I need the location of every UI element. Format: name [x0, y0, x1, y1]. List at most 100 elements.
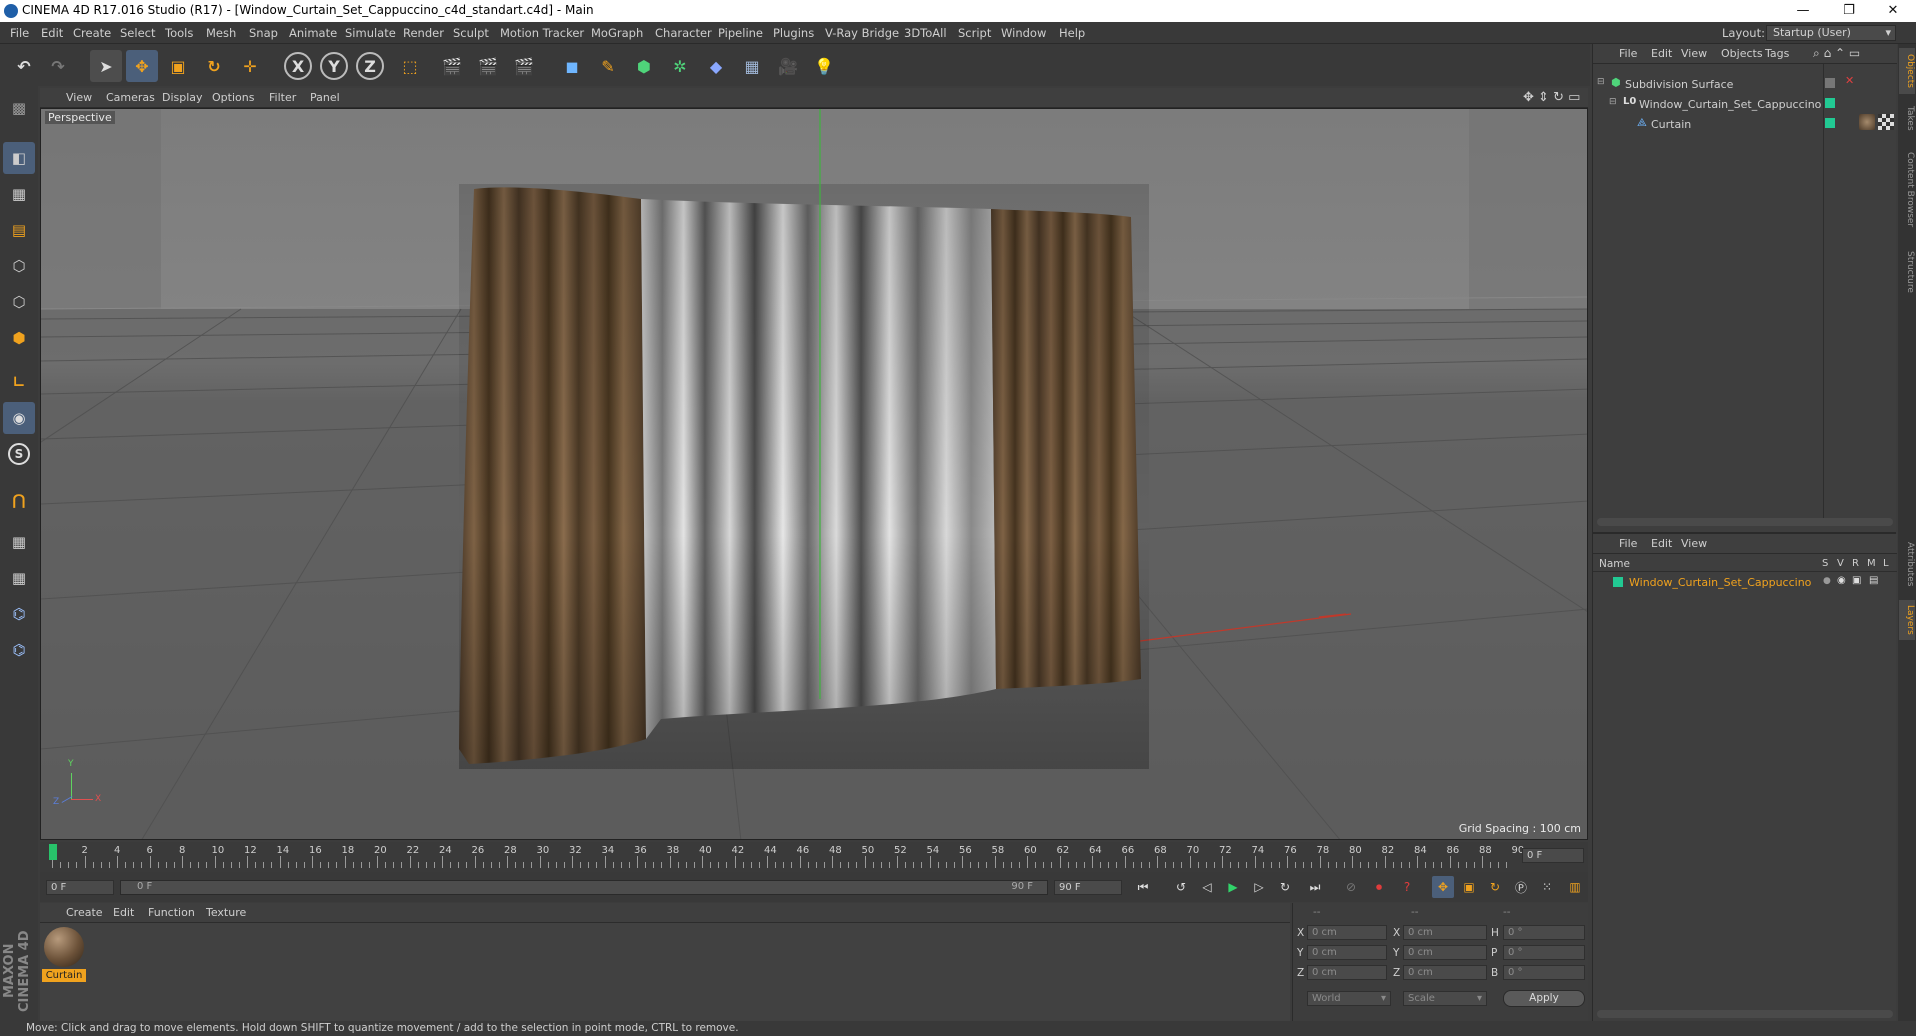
rot-h-field[interactable]: 0 ° [1503, 925, 1585, 940]
viewport-menu-cameras[interactable]: Cameras [106, 91, 155, 104]
material-menu-function[interactable]: Function [148, 906, 195, 919]
layer-swatch[interactable] [1825, 118, 1835, 128]
restore-button[interactable]: ❐ [1826, 0, 1872, 22]
menu-simulate[interactable]: Simulate [345, 26, 396, 40]
search-icon[interactable]: ⌕ [1813, 46, 1820, 60]
rotate-view-icon[interactable]: ↻ [1553, 90, 1564, 105]
material-menu-edit[interactable]: Edit [113, 906, 134, 919]
menu-select[interactable]: Select [120, 26, 155, 40]
viewport-nav-icons[interactable]: ✥ ⇕ ↻ ▭ [1523, 90, 1580, 105]
move-view-icon[interactable]: ✥ [1523, 90, 1534, 105]
layer-color-swatch[interactable] [1613, 577, 1623, 587]
axis-mode-button[interactable]: ∟ [3, 366, 35, 398]
new-view-icon[interactable]: ▭ [1849, 46, 1860, 60]
coordinate-system-button[interactable]: ⬚ [394, 50, 426, 82]
menu-vray-bridge[interactable]: V-Ray Bridge [825, 26, 899, 40]
disabled-x-icon[interactable]: ✕ [1845, 74, 1854, 87]
go-to-start-button[interactable]: ⏮ [1132, 876, 1154, 898]
solo-dot-icon[interactable]: ● [1823, 576, 1831, 586]
objects-menu-objects[interactable]: Objects [1721, 47, 1763, 60]
tab-content-browser[interactable]: Content Browser [1899, 140, 1915, 240]
record-keys-button[interactable]: ⊘ [1340, 876, 1362, 898]
menu-3dtoall[interactable]: 3DToAll [904, 26, 947, 40]
x-axis-lock-button[interactable]: X [284, 52, 312, 80]
key-rotation-button[interactable]: ↻ [1484, 876, 1506, 898]
key-scale-button[interactable]: ▣ [1458, 876, 1480, 898]
render-picture-viewer-button[interactable]: 🎬 [472, 50, 504, 82]
horizontal-scrollbar[interactable] [1597, 1010, 1893, 1018]
add-spline-button[interactable]: ✎ [592, 50, 624, 82]
add-light-button[interactable]: 💡 [808, 50, 840, 82]
menu-pipeline[interactable]: Pipeline [718, 26, 763, 40]
layers-menu-edit[interactable]: Edit [1651, 537, 1672, 550]
key-position-button[interactable]: ✥ [1432, 876, 1454, 898]
add-cube-button[interactable]: ◼ [556, 50, 588, 82]
previous-key-button[interactable]: ↺ [1170, 876, 1192, 898]
texture-tag-icon[interactable] [1878, 114, 1894, 130]
viewport-menu-filter[interactable]: Filter [269, 91, 296, 104]
tree-row-window-curtain-set[interactable]: ⊟ L0 Window_Curtain_Set_Cappuccino [1593, 95, 1823, 113]
start-frame-field[interactable]: 0 F [46, 880, 114, 895]
planar-workplane-button[interactable]: ▦ [3, 562, 35, 594]
last-tool-button[interactable]: ✛ [234, 50, 266, 82]
z-axis-lock-button[interactable]: Z [356, 52, 384, 80]
redo-button[interactable]: ↷ [42, 50, 74, 82]
menu-animate[interactable]: Animate [289, 26, 337, 40]
live-selection-button[interactable]: ➤ [90, 50, 122, 82]
layout-dropdown[interactable]: Startup (User) ▾ [1766, 25, 1896, 41]
range-slider[interactable]: 0 F 90 F [120, 880, 1048, 895]
workplane-mode-button[interactable]: ▤ [3, 214, 35, 246]
rot-p-field[interactable]: 0 ° [1503, 945, 1585, 960]
home-icon[interactable]: ⌂ [1824, 46, 1832, 60]
tab-attributes[interactable]: Attributes [1899, 534, 1915, 594]
play-button[interactable]: ▶ [1222, 876, 1244, 898]
add-camera-button[interactable]: 🎥 [772, 50, 804, 82]
manager-icon[interactable]: ▤ [1869, 575, 1878, 586]
tab-structure[interactable]: Structure [1899, 244, 1915, 300]
render-settings-button[interactable]: 🎬 [508, 50, 540, 82]
tab-takes[interactable]: Takes [1899, 100, 1915, 136]
snap-button[interactable]: S [3, 438, 35, 470]
viewport-menu-view[interactable]: View [66, 91, 92, 104]
next-key-button[interactable]: ↻ [1274, 876, 1296, 898]
toggle-view-icon[interactable]: ▭ [1568, 90, 1580, 105]
menu-plugins[interactable]: Plugins [773, 26, 814, 40]
layers-menu-view[interactable]: View [1681, 537, 1707, 550]
layer-name[interactable]: Window_Curtain_Set_Cappuccino [1629, 576, 1811, 589]
timeline-ruler[interactable]: 0246810121416182022242628303234363840424… [40, 842, 1588, 872]
key-parameter-button[interactable]: Ⓟ [1510, 876, 1532, 898]
size-x-field[interactable]: 0 cm [1403, 925, 1487, 940]
layer-row[interactable]: Window_Curtain_Set_Cappuccino ● ◉ ▣ ▤ [1593, 574, 1897, 590]
autokey-button[interactable]: ⏺ [1368, 876, 1390, 898]
points-mode-button[interactable]: ⬡ [3, 250, 35, 282]
keyframe-selection-button[interactable]: ? [1396, 876, 1418, 898]
rot-b-field[interactable]: 0 ° [1503, 965, 1585, 980]
previous-frame-button[interactable]: ◁ [1196, 876, 1218, 898]
render-view-button[interactable]: 🎬 [436, 50, 468, 82]
add-deformer-button[interactable]: ◆ [700, 50, 732, 82]
layer-swatch[interactable] [1825, 98, 1835, 108]
end-frame-field[interactable]: 90 F [1054, 880, 1122, 895]
menu-script[interactable]: Script [958, 26, 991, 40]
size-y-field[interactable]: 0 cm [1403, 945, 1487, 960]
material-tag-icon[interactable] [1859, 114, 1875, 130]
objects-menu-file[interactable]: File [1619, 47, 1637, 60]
close-button[interactable]: ✕ [1870, 0, 1916, 22]
menu-motion-tracker[interactable]: Motion Tracker [500, 26, 584, 40]
menu-file[interactable]: File [10, 26, 29, 40]
menu-sculpt[interactable]: Sculpt [453, 26, 489, 40]
add-array-button[interactable]: ✲ [664, 50, 696, 82]
objects-menu-view[interactable]: View [1681, 47, 1707, 60]
collapse-icon[interactable]: ⊟ [1609, 97, 1617, 107]
model-mode-button[interactable]: ◧ [3, 142, 35, 174]
playhead[interactable] [49, 844, 57, 860]
menu-tools[interactable]: Tools [165, 26, 193, 40]
lock-workplane-button[interactable]: ▦ [3, 526, 35, 558]
coord-system-dropdown[interactable]: World ▾ [1307, 991, 1391, 1006]
tab-layers[interactable]: Layers [1899, 600, 1915, 640]
pos-y-field[interactable]: 0 cm [1307, 945, 1387, 960]
scale-tool-button[interactable]: ▣ [162, 50, 194, 82]
menu-mesh[interactable]: Mesh [206, 26, 236, 40]
go-to-end-button[interactable]: ⏭ [1304, 876, 1326, 898]
minimize-button[interactable]: — [1780, 0, 1826, 22]
